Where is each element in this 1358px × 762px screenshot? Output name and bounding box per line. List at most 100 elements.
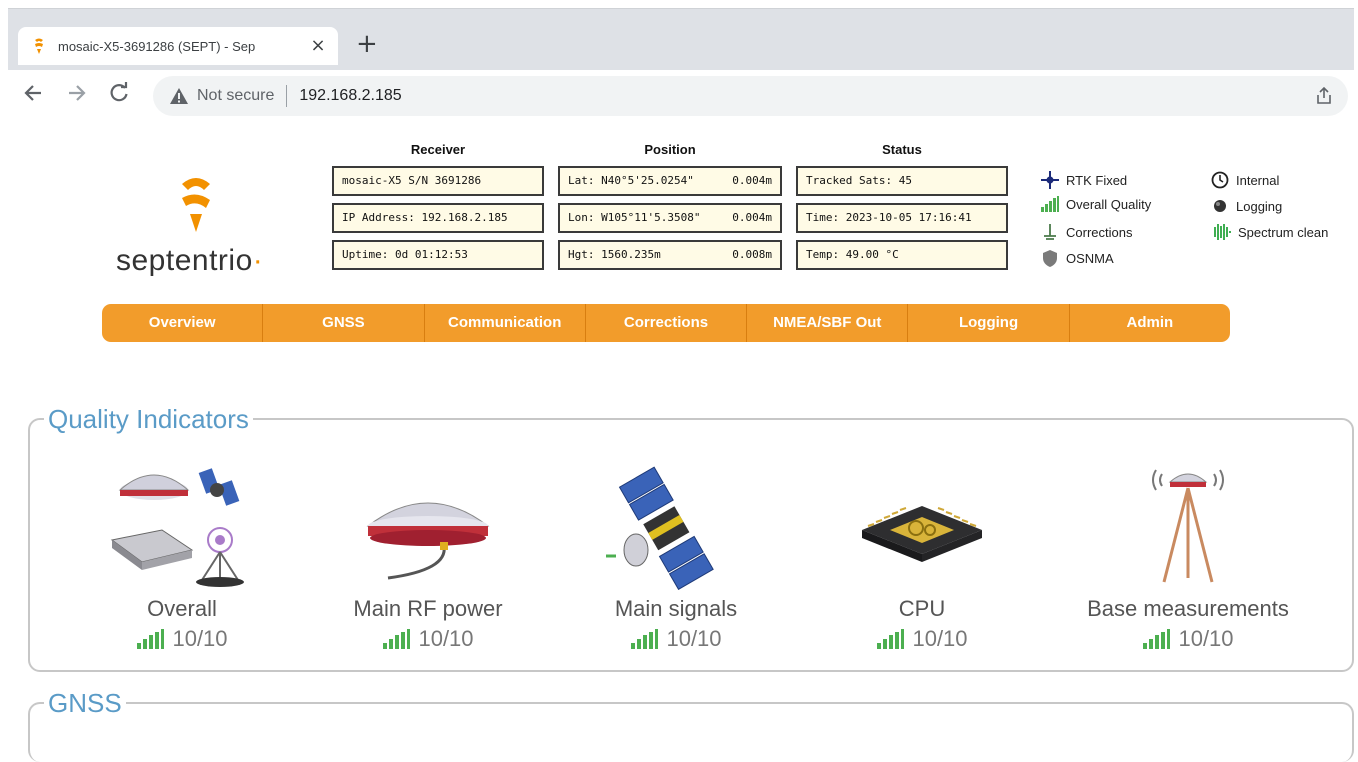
- quality-indicators-panel: Quality Indicators Overall 10/10 Main RF…: [28, 404, 1354, 672]
- qi-cpu-value: 10/10: [912, 626, 968, 651]
- signal-bars-icon: [137, 629, 165, 649]
- legend-overall-quality[interactable]: Overall Quality: [1040, 196, 1151, 212]
- legend-spectrum-label: Spectrum clean: [1238, 224, 1329, 240]
- address-bar[interactable]: Not secure 192.168.2.185: [153, 76, 1348, 116]
- septentrio-logo-mark-icon: [182, 178, 210, 232]
- lon-accuracy: 0.004m: [732, 211, 772, 224]
- security-status[interactable]: Not secure: [197, 87, 274, 105]
- legend-rtk-label: RTK Fixed: [1066, 172, 1128, 188]
- receiver-uptime: Uptime: 0d 01:12:53: [332, 240, 544, 270]
- status-temp: Temp: 49.00 °C: [796, 240, 1008, 270]
- legend-internal-label: Internal: [1236, 172, 1280, 188]
- menu-admin[interactable]: Admin: [1070, 304, 1230, 342]
- browser-toolbar: Not secure 192.168.2.185: [8, 70, 1354, 122]
- qi-cpu[interactable]: CPU 10/10: [792, 460, 1052, 652]
- reload-icon: [110, 82, 128, 102]
- qi-overall[interactable]: Overall 10/10: [52, 460, 312, 652]
- qi-main-signals-value: 10/10: [666, 626, 722, 651]
- browser-tabstrip: mosaic-X5-3691286 (SEPT) - Sep × +: [8, 8, 1354, 70]
- forward-arrow-icon: [69, 85, 86, 101]
- back-arrow-icon: [24, 85, 41, 101]
- qi-main-signals-score: 10/10: [546, 626, 806, 652]
- lat-accuracy: 0.004m: [732, 174, 772, 187]
- menu-logging[interactable]: Logging: [908, 304, 1070, 342]
- lat-value: Lat: N40°5'25.0254": [568, 174, 694, 187]
- share-icon[interactable]: [1314, 86, 1334, 106]
- legend-logging[interactable]: Logging: [1210, 196, 1282, 216]
- receiver-ip: IP Address: 192.168.2.185: [332, 203, 544, 233]
- warning-icon: [170, 88, 188, 104]
- menu-overview[interactable]: Overview: [102, 304, 264, 342]
- gnss-panel: GNSS: [28, 688, 1354, 762]
- logo-wordmark-text: septentrio: [116, 244, 253, 277]
- position-lon: Lon: W105°11'5.3508" 0.004m: [558, 203, 782, 233]
- qi-overall-value: 10/10: [172, 626, 228, 651]
- position-hgt: Hgt: 1560.235m 0.008m: [558, 240, 782, 270]
- legend-quality-label: Overall Quality: [1066, 196, 1152, 212]
- septentrio-logo[interactable]: septentrio·: [116, 174, 286, 284]
- status-sats: Tracked Sats: 45: [796, 166, 1008, 196]
- menu-corrections[interactable]: Corrections: [586, 304, 748, 342]
- qi-cpu-name: CPU: [898, 596, 946, 621]
- qi-overall-name: Overall: [147, 596, 217, 621]
- address-separator: [286, 85, 288, 107]
- status-time: Time: 2023-10-05 17:16:41: [796, 203, 1008, 233]
- hgt-value: Hgt: 1560.235m: [568, 248, 661, 261]
- legend-osnma-label: OSNMA: [1066, 250, 1114, 266]
- position-heading: Position: [644, 142, 696, 157]
- qi-cpu-score: 10/10: [792, 626, 1052, 652]
- qi-main-rf-power-value: 10/10: [418, 626, 474, 651]
- legend-internal[interactable]: Internal: [1210, 170, 1279, 190]
- lon-value: Lon: W105°11'5.3508": [568, 211, 701, 224]
- qi-main-signals-name: Main signals: [614, 596, 738, 621]
- signal-bars-icon: [631, 629, 659, 649]
- signal-bars-icon: [1041, 196, 1059, 212]
- reload-button[interactable]: [106, 82, 132, 108]
- legend-logging-label: Logging: [1236, 198, 1283, 214]
- tab-close-icon[interactable]: ×: [308, 35, 328, 57]
- hgt-accuracy: 0.008m: [732, 248, 772, 261]
- url-text[interactable]: 192.168.2.185: [299, 87, 401, 105]
- legend-osnma[interactable]: OSNMA: [1040, 248, 1114, 268]
- receiver-heading: Receiver: [410, 142, 466, 157]
- browser-tab[interactable]: mosaic-X5-3691286 (SEPT) - Sep ×: [18, 27, 338, 65]
- qi-main-rf-power-score: 10/10: [298, 626, 558, 652]
- cpu-chip-icon: [862, 506, 982, 562]
- satellite-icon: [606, 466, 714, 590]
- forward-button[interactable]: [64, 82, 90, 108]
- receiver-model: mosaic-X5 S/N 3691286: [332, 166, 544, 196]
- qi-main-rf-power-name: Main RF power: [353, 596, 503, 621]
- logo-dot: ·: [252, 244, 264, 277]
- status-heading: Status: [882, 142, 922, 157]
- main-menu: Overview GNSS Communication Corrections …: [102, 304, 1230, 342]
- new-tab-button[interactable]: +: [356, 31, 378, 57]
- logging-disk-icon: [1214, 200, 1226, 212]
- clock-icon: [1211, 171, 1229, 189]
- qi-base-measurements-name: Base measurements: [1087, 596, 1289, 621]
- menu-nmea-sbf-out[interactable]: NMEA/SBF Out: [747, 304, 909, 342]
- legend-corrections[interactable]: Corrections: [1040, 222, 1132, 242]
- rtk-crosshair-icon: [1041, 171, 1059, 189]
- receiver-header: septentrio· Receiver Position Status mos…: [8, 122, 1354, 352]
- qi-base-measurements[interactable]: Base measurements 10/10: [1058, 460, 1318, 652]
- logo-wordmark: septentrio·: [116, 244, 263, 278]
- qi-main-signals[interactable]: Main signals 10/10: [546, 460, 806, 652]
- corrections-antenna-icon: [1044, 224, 1056, 240]
- legend-corrections-label: Corrections: [1066, 224, 1133, 240]
- signal-bars-icon: [1143, 629, 1171, 649]
- legend-spectrum[interactable]: Spectrum clean: [1210, 222, 1328, 242]
- qi-base-measurements-score: 10/10: [1058, 626, 1318, 652]
- legend-rtk-fixed[interactable]: RTK Fixed: [1040, 170, 1127, 190]
- signal-bars-icon: [877, 629, 905, 649]
- antenna-icon: [366, 502, 490, 580]
- menu-gnss[interactable]: GNSS: [263, 304, 425, 342]
- qi-main-rf-power[interactable]: Main RF power 10/10: [298, 460, 558, 652]
- septentrio-favicon-icon: [35, 38, 43, 54]
- back-button[interactable]: [20, 82, 46, 108]
- signal-bars-icon: [383, 629, 411, 649]
- spectrum-icon: [1214, 224, 1231, 240]
- menu-communication[interactable]: Communication: [425, 304, 586, 342]
- qi-base-measurements-value: 10/10: [1178, 626, 1234, 651]
- osnma-shield-icon: [1043, 250, 1057, 267]
- overall-quality-icon: [110, 468, 244, 587]
